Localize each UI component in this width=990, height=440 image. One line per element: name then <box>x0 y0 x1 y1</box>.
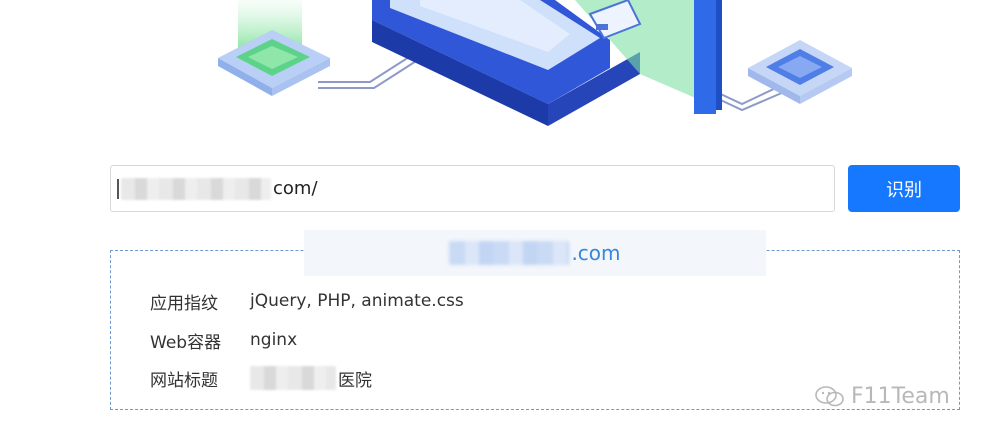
left-pad-graphic <box>218 0 330 96</box>
site-title-value: 医院 <box>250 366 372 391</box>
main-platform-graphic <box>372 0 722 126</box>
site-title-suffix: 医院 <box>338 370 372 391</box>
domain-suffix-text: .com <box>571 241 621 265</box>
web-container-value: nginx <box>250 330 298 350</box>
url-suffix-text: com/ <box>273 178 318 199</box>
identify-button[interactable]: 识别 <box>848 165 960 212</box>
result-domain-header: .com <box>304 230 766 276</box>
fingerprint-value: jQuery, PHP, animate.css <box>250 291 464 311</box>
info-row-fingerprint: 应用指纹 jQuery, PHP, animate.css <box>0 288 990 314</box>
redacted-title-part <box>250 366 336 390</box>
redacted-url-part <box>121 177 271 200</box>
redacted-domain-part <box>449 241 570 265</box>
watermark-text: F11Team <box>851 384 950 409</box>
fingerprint-label: 应用指纹 <box>150 293 218 314</box>
text-cursor <box>117 178 119 199</box>
hero-illustration <box>218 0 852 126</box>
wechat-icon <box>815 385 844 406</box>
info-row-web-container: Web容器 nginx <box>0 327 990 353</box>
web-container-label: Web容器 <box>150 332 222 353</box>
site-title-label: 网站标题 <box>150 370 218 391</box>
url-input[interactable]: com/ <box>110 165 835 212</box>
watermark: F11Team <box>815 384 950 409</box>
